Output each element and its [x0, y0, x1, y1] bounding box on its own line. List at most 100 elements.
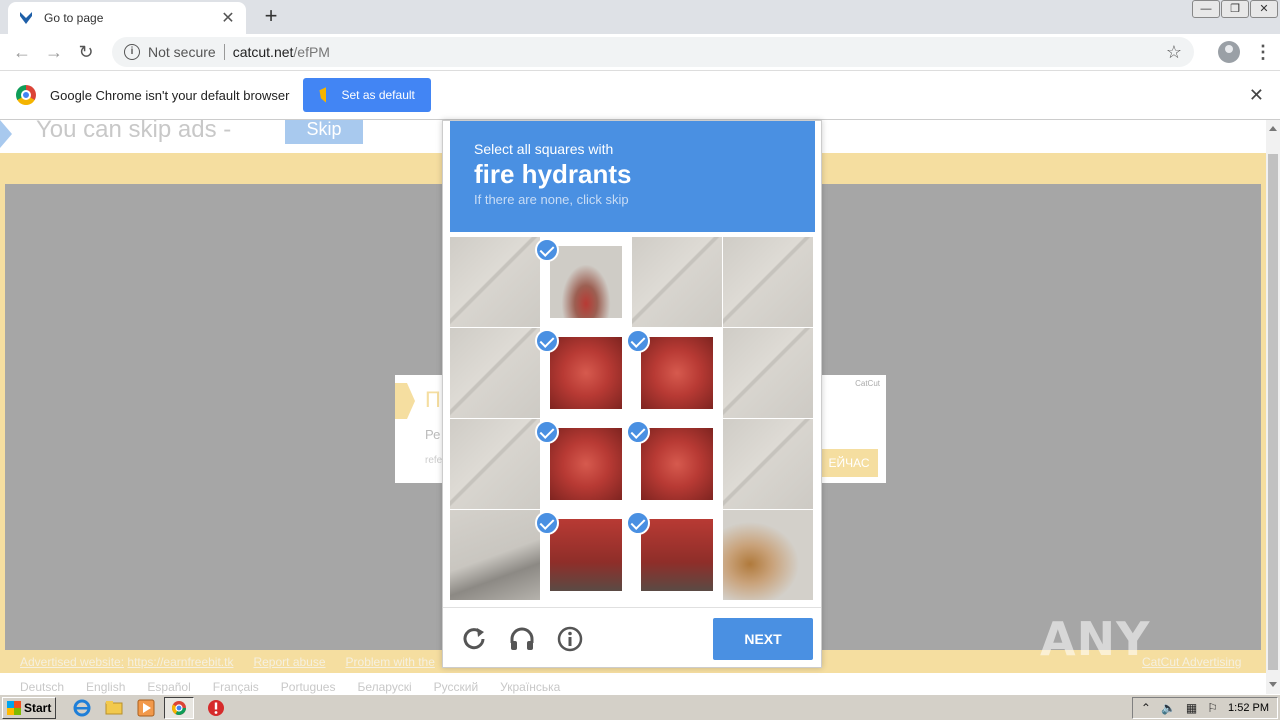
tile-image — [723, 328, 813, 418]
lang-link[interactable]: Español — [147, 680, 190, 694]
skip-arrow-shape — [0, 120, 12, 148]
flag-icon[interactable]: ⚐ — [1207, 701, 1218, 715]
clock[interactable]: 1:52 PM — [1228, 702, 1269, 714]
advertised-label: Advertised website: https://earnfreebit.… — [20, 655, 234, 669]
lang-link[interactable]: Français — [213, 680, 259, 694]
report-abuse-link[interactable]: Report abuse — [253, 655, 325, 669]
url-text: catcut.net/efPM — [233, 44, 330, 60]
captcha-tile[interactable] — [723, 328, 813, 418]
captcha-tile-grid — [450, 237, 814, 601]
folder-icon[interactable] — [104, 698, 124, 718]
network-icon[interactable]: ▦ — [1186, 701, 1197, 715]
tray-expand-icon[interactable]: ⌃ — [1141, 701, 1151, 715]
url-path: /efPM — [293, 44, 330, 60]
lang-link[interactable]: Русский — [434, 680, 479, 694]
skip-button[interactable]: Skip — [285, 120, 363, 144]
tile-image — [450, 419, 540, 509]
tab-go-to-page[interactable]: Go to page ✕ — [8, 2, 246, 34]
tile-image — [632, 237, 722, 327]
captcha-tile[interactable] — [723, 237, 813, 327]
bookmark-star-icon[interactable]: ☆ — [1166, 42, 1182, 63]
next-button[interactable]: NEXT — [713, 618, 813, 660]
captcha-tile[interactable] — [723, 510, 813, 600]
chrome-logo-icon — [16, 85, 36, 105]
media-player-icon[interactable] — [136, 698, 156, 718]
problem-link[interactable]: Problem with the — [346, 655, 435, 669]
tile-image — [550, 246, 622, 318]
new-tab-button[interactable]: + — [258, 4, 284, 30]
advertised-link[interactable]: https://earnfreebit.tk — [127, 655, 233, 669]
minimize-button[interactable]: — — [1192, 0, 1220, 18]
catcut-favicon-icon — [20, 12, 32, 24]
ad-left-line: Ре — [425, 427, 441, 442]
captcha-tile[interactable] — [450, 510, 540, 600]
address-bar[interactable]: i Not secure catcut.net/efPM ☆ — [112, 37, 1194, 67]
infobar-message: Google Chrome isn't your default browser — [50, 87, 290, 103]
captcha-tile[interactable] — [450, 328, 540, 418]
page-scrollbar[interactable] — [1266, 120, 1280, 694]
chrome-taskbar-icon — [172, 700, 187, 715]
ad-footer-links: Advertised website: https://earnfreebit.… — [20, 655, 435, 669]
lang-link[interactable]: Беларускі — [357, 680, 411, 694]
ad-chevron-shape — [395, 383, 415, 419]
chrome-menu-icon[interactable]: ⋮ — [1254, 42, 1272, 63]
security-label: Not secure — [148, 44, 216, 60]
start-button[interactable]: Start — [2, 696, 57, 719]
internet-explorer-icon[interactable] — [72, 698, 92, 718]
close-window-button[interactable]: ✕ — [1250, 0, 1278, 18]
audio-challenge-icon[interactable] — [507, 624, 537, 654]
tile-selected-check-icon — [626, 420, 650, 444]
volume-icon[interactable]: 🔈 — [1161, 701, 1176, 715]
captcha-hint: If there are none, click skip — [474, 192, 629, 207]
language-list: Deutsch English Español Français Portugu… — [20, 680, 560, 694]
reload-icon[interactable]: ↻ — [74, 40, 98, 64]
help-info-icon[interactable] — [555, 624, 585, 654]
tile-selected-check-icon — [626, 511, 650, 535]
uac-shield-icon — [319, 87, 334, 103]
default-browser-infobar: Google Chrome isn't your default browser… — [0, 70, 1280, 120]
system-tray: ⌃ 🔈 ▦ ⚐ 1:52 PM — [1131, 696, 1278, 719]
url-domain: catcut.net — [232, 44, 294, 60]
captcha-header: Select all squares with fire hydrants If… — [450, 121, 815, 232]
tab-title: Go to page — [44, 11, 104, 25]
start-label: Start — [24, 700, 52, 715]
captcha-footer: NEXT — [443, 607, 821, 668]
lang-link[interactable]: English — [86, 680, 125, 694]
tile-selected-check-icon — [626, 329, 650, 353]
tile-image — [550, 337, 622, 409]
set-as-default-button[interactable]: Set as default — [303, 78, 431, 112]
tab-close-icon[interactable]: ✕ — [220, 8, 236, 28]
ad-action-button[interactable]: ЕЙЧАС — [820, 449, 878, 477]
infobar-close-icon[interactable]: ✕ — [1249, 85, 1264, 106]
lang-link[interactable]: Deutsch — [20, 680, 64, 694]
tile-selected-check-icon — [535, 238, 559, 262]
tile-selected-check-icon — [535, 329, 559, 353]
profile-avatar-icon[interactable] — [1218, 41, 1240, 63]
tile-image — [641, 428, 713, 500]
tile-image — [723, 237, 813, 327]
lang-link[interactable]: Українська — [500, 680, 560, 694]
reload-challenge-icon[interactable] — [459, 624, 489, 654]
restore-button[interactable]: ❐ — [1221, 0, 1249, 18]
captcha-tile[interactable] — [723, 419, 813, 509]
scroll-thumb[interactable] — [1268, 154, 1278, 670]
taskbar-chrome-button[interactable] — [164, 696, 195, 719]
tile-image — [450, 237, 540, 327]
back-arrow-icon[interactable]: ← — [10, 40, 34, 64]
scroll-up-arrow-icon[interactable] — [1269, 126, 1277, 131]
red-alert-icon[interactable] — [206, 698, 226, 718]
tile-selected-check-icon — [535, 420, 559, 444]
captcha-target: fire hydrants — [474, 159, 632, 189]
window-controls: — ❐ ✕ — [1191, 0, 1278, 18]
info-icon[interactable]: i — [124, 44, 140, 60]
tile-image — [450, 510, 540, 600]
tile-image — [550, 519, 622, 591]
tile-image — [723, 419, 813, 509]
set-as-default-label: Set as default — [341, 88, 415, 102]
captcha-tile[interactable] — [632, 237, 722, 327]
captcha-tile[interactable] — [450, 419, 540, 509]
captcha-tile[interactable] — [450, 237, 540, 327]
tile-selected-check-icon — [535, 511, 559, 535]
forward-arrow-icon[interactable]: → — [42, 40, 66, 64]
lang-link[interactable]: Portugues — [281, 680, 336, 694]
